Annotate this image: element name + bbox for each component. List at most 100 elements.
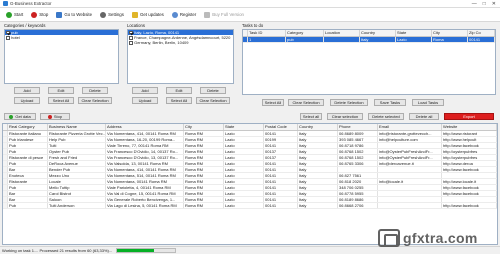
locations-label: Locations [127,23,145,28]
stop-icon [47,114,52,119]
location-delete-button[interactable]: Delete [200,87,226,94]
tasks-select-all-button[interactable]: Select All [262,99,284,106]
results-stop-label: Stop [53,114,63,119]
tasks-delete-selection-button[interactable]: Delete Selection [330,99,368,106]
category-item[interactable]: hotel [5,35,118,40]
update-icon [131,11,138,18]
table-cell: pub [285,36,324,43]
save-tasks-button[interactable]: Save Tasks [374,99,406,106]
table-cell: Via Lago di Lesina, 5, 00141 Roma RM [105,202,184,209]
gear-icon [100,11,107,18]
buy-full-version-button[interactable]: Buy Full Version [201,10,247,20]
register-button[interactable]: Register [169,10,199,20]
title-bar: G-Business Extractor — □ ✕ [0,0,500,8]
maximize-icon[interactable]: □ [483,1,486,7]
location-item-checkbox[interactable] [129,35,133,40]
location-upload-button[interactable]: Upload [132,97,158,104]
results-delete-selected-button[interactable]: Delete selected [368,113,404,120]
table-cell: Ristorante italiano [7,130,48,137]
watermark-logo-icon [378,229,400,247]
table-cell: 00141 [467,36,495,43]
task-row[interactable]: 1 pub Italy Lazio Roma 00141 [243,36,495,43]
results-clear-selection-button[interactable]: Clear selection [327,113,363,120]
table-cell: Roma [431,36,468,43]
buy-full-version-label: Buy Full Version [212,12,244,17]
results-stop-button[interactable]: Stop [40,113,70,120]
start-button[interactable]: Start [3,10,26,20]
stop-button[interactable]: Stop [28,10,51,20]
play-icon [9,114,14,119]
location-add-button[interactable]: Add [132,87,158,94]
table-cell: 00141 [263,202,298,209]
location-item-checkbox[interactable] [129,30,133,35]
category-item-checkbox[interactable] [6,35,10,40]
close-icon[interactable]: ✕ [492,1,496,7]
main-toolbar: Start Stop Go to Website Settings Get up… [0,8,500,22]
start-label: Start [14,12,24,17]
table-cell: info@OysterPubFreshAndFr... [377,154,442,161]
categories-label: Categories / keywords [4,23,46,28]
table-cell: Via Francesco D'Ovidio, 14, 00137 Ro... [105,148,184,155]
table-cell: Via Nomentana, 514, 00141 Roma RM [105,172,184,179]
table-cell: Lazio [223,202,264,209]
minimize-icon[interactable]: — [472,1,477,7]
location-select-all-button[interactable]: Select All [166,97,192,104]
location-clear-selection-button[interactable]: Clear Selection [196,97,230,104]
results-select-all-button[interactable]: Select all [300,113,322,120]
settings-label: Settings [108,12,124,17]
register-label: Register [179,12,197,17]
categories-list[interactable]: pub hotel [4,29,119,84]
table-cell: info@OysterPubFreshAndFr... [377,148,442,155]
cart-icon [204,11,211,18]
get-updates-button[interactable]: Get updates [129,10,167,20]
play-icon [6,11,12,18]
category-upload-button[interactable]: Upload [14,97,40,104]
table-cell: Lazio [395,36,432,43]
table-cell: Via Val di Cogne, 15, 00141 Roma RM [105,190,184,197]
load-tasks-button[interactable]: Load Tasks [412,99,444,106]
table-cell: http://www.facebook [441,202,497,209]
tasks-clear-selection-button[interactable]: Clear Selection [288,99,324,106]
settings-button[interactable]: Settings [97,10,127,20]
get-data-label: Get data [15,114,31,119]
window-controls: — □ ✕ [472,1,500,7]
location-item-label: Germany, Berlin, Berlin, 10409 [134,40,189,46]
go-to-website-label: Go to Website [64,12,93,17]
results-delete-all-button[interactable]: Delete all [409,113,439,120]
category-item-label: hotel [11,35,20,41]
table-cell [377,202,442,209]
category-delete-button[interactable]: Delete [82,87,108,94]
category-item-checkbox[interactable] [6,30,10,35]
table-cell: Via Nomentana, 16-20, 00199 Roma... [105,136,184,143]
get-updates-label: Get updates [139,12,164,17]
export-button[interactable]: Export [444,113,494,120]
location-item[interactable]: Germany, Berlin, Berlin, 10409 [128,40,233,45]
table-cell: Via Generale Roberto Bencivenga, 1... [105,196,184,203]
location-item-checkbox[interactable] [129,41,133,45]
category-select-all-button[interactable]: Select All [48,97,74,104]
progress-fill [117,249,154,252]
table-cell: Via Nomentana, 414, 00141 Roma RM [105,166,184,173]
window-title: G-Business Extractor [10,1,52,6]
app-icon [3,1,8,6]
table-cell: 06 8668 2706 [337,202,378,209]
location-edit-button[interactable]: Edit [166,87,192,94]
locations-list[interactable]: Italy, Lazio, Roma, 00141 France, Champag… [127,29,234,84]
stop-label: Stop [39,12,49,17]
go-to-website-button[interactable]: Go to Website [53,10,95,20]
category-edit-button[interactable]: Edit [48,87,74,94]
category-add-button[interactable]: Add [14,87,40,94]
status-text: Working on task 1.... Processed 21 resul… [2,248,113,253]
table-cell: Ristorante Pizzeria Grotte Vec... [47,130,106,137]
table-cell: info@ristorante-grottevecch... [377,130,442,137]
result-row[interactable]: Pub Tuiti Anderson Via Lago di Lesina, 5, … [3,202,497,209]
globe-icon [56,11,63,18]
table-cell: Roma RM [183,202,224,209]
tasks-grid[interactable]: Task ID Category Location Country State City Z… [242,29,496,95]
table-cell: Italy [297,202,338,209]
watermark: gfxtra.com [378,226,498,250]
stop-icon [31,11,38,18]
get-data-button[interactable]: Get data [4,113,36,120]
category-clear-selection-button[interactable]: Clear Selection [78,97,112,104]
table-cell: 1 [247,36,286,43]
